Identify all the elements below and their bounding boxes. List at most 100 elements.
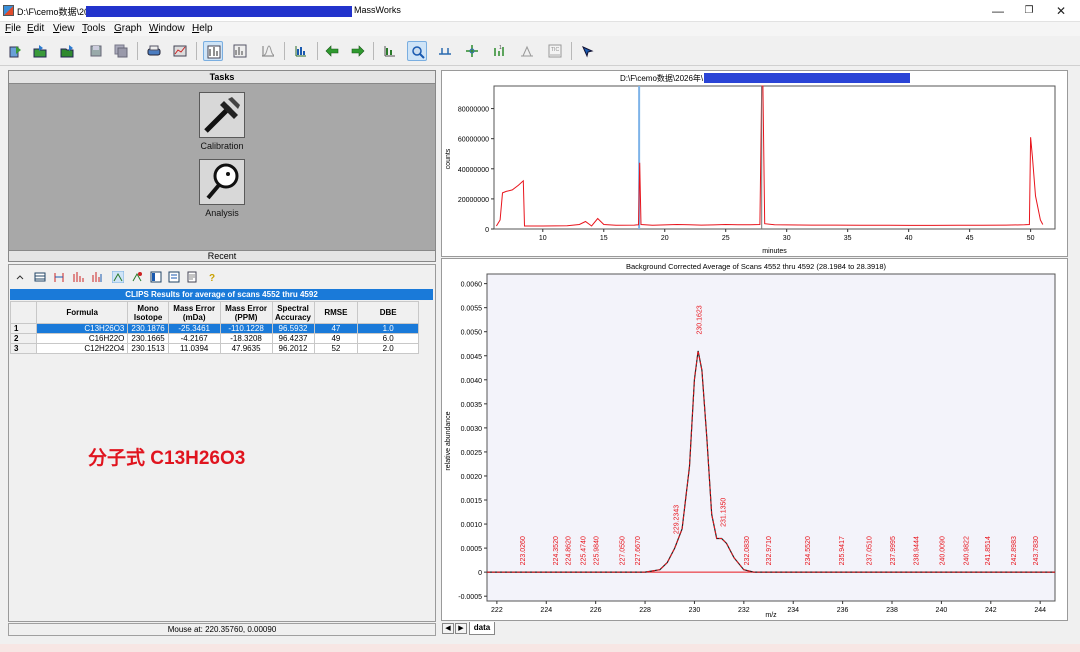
- tic-icon[interactable]: TIC: [545, 41, 565, 61]
- isotope-compare-icon[interactable]: [91, 271, 103, 283]
- help-icon[interactable]: ?: [206, 271, 218, 284]
- bottom-strip: [0, 644, 1080, 652]
- x-tick-label: 242: [985, 607, 997, 614]
- x-axis-label: minutes: [762, 248, 787, 255]
- y-tick-label: 0.0060: [461, 282, 483, 289]
- spec-cell: 96.4237: [271, 333, 315, 344]
- tab-next-button[interactable]: ▶: [455, 623, 467, 634]
- rmse-cell: 47: [313, 323, 359, 334]
- x-tick-label: 50: [1027, 235, 1035, 242]
- col-rmse[interactable]: RMSE: [313, 301, 359, 324]
- y-tick-label: 0.0025: [461, 450, 483, 457]
- menu-edit[interactable]: Edit: [27, 23, 44, 34]
- peak-pick-icon[interactable]: [380, 41, 400, 61]
- tab-data[interactable]: data: [469, 622, 495, 635]
- crosshair-icon[interactable]: [462, 41, 482, 61]
- peak-label: 224.3520: [553, 536, 560, 565]
- arrow-left-icon[interactable]: [322, 41, 342, 61]
- clips-results-table: Formula Mono Isotope Mass Error (mDa) Ma…: [10, 301, 419, 354]
- x-tick-label: 238: [886, 607, 898, 614]
- table-row[interactable]: 2 C16H22O 230.1665 -4.2167 -18.3208 96.4…: [10, 333, 419, 344]
- y-tick-label: 60000000: [458, 137, 489, 144]
- col-spectral-accuracy[interactable]: Spectral Accuracy: [271, 301, 315, 324]
- formula-annotation: 分子式 C13H26O3: [88, 448, 246, 469]
- save-icon[interactable]: [86, 41, 106, 61]
- x-axis-label: m/z: [765, 612, 777, 619]
- analysis-label: Analysis: [205, 208, 239, 218]
- overlay-icon[interactable]: [517, 41, 537, 61]
- calibration-button[interactable]: [199, 92, 245, 138]
- new-icon[interactable]: [5, 41, 25, 61]
- col-dbe[interactable]: DBE: [357, 301, 419, 324]
- col-mass-error-ppm[interactable]: Mass Error (PPM): [219, 301, 273, 324]
- chromatogram-icon[interactable]: [203, 41, 223, 61]
- spectrum-chart[interactable]: Background Corrected Average of Scans 45…: [442, 259, 1067, 620]
- analysis-button[interactable]: [199, 159, 245, 205]
- calibrate-icon[interactable]: [291, 41, 311, 61]
- peak-shape-icon[interactable]: [258, 41, 278, 61]
- y-tick-label: 0.0035: [461, 402, 483, 409]
- baseline-icon[interactable]: [435, 41, 455, 61]
- results-grid-icon[interactable]: [150, 271, 162, 283]
- col-mono-isotope[interactable]: Mono Isotope: [127, 301, 169, 324]
- tab-prev-button[interactable]: ◀: [442, 623, 454, 634]
- row-number: 3: [10, 343, 37, 354]
- menu-help[interactable]: Help: [192, 23, 213, 34]
- peak-label: 229.2343: [674, 505, 681, 534]
- peak-label: 232.9710: [766, 536, 773, 565]
- formula-cell: C12H22O4: [35, 343, 129, 354]
- chart-settings-icon[interactable]: [170, 41, 190, 61]
- spectrum-icon[interactable]: [230, 41, 250, 61]
- menu-view[interactable]: View: [53, 23, 75, 34]
- zoom-icon[interactable]: [407, 41, 427, 61]
- title-redaction: [704, 73, 910, 83]
- minimize-button[interactable]: —: [982, 2, 1014, 20]
- x-tick-label: 45: [966, 235, 974, 242]
- chromatogram-chart[interactable]: D:\F\cemo数据\2026年\ 0 20000000 40000000 60000…: [442, 71, 1067, 256]
- magnifier-icon: [206, 163, 239, 200]
- collapse-icon[interactable]: [14, 271, 26, 283]
- title-bar: D:\F\cemo数据\20 MassWorks — ❐ ✕: [0, 0, 1080, 22]
- report-icon[interactable]: [186, 271, 198, 283]
- label-peaks-icon[interactable]: 1: [489, 41, 509, 61]
- dbe-cell: 1.0: [357, 323, 419, 334]
- spec-cell: 96.2012: [271, 343, 315, 354]
- x-tick-label: 40: [905, 235, 913, 242]
- rmse-cell: 52: [313, 343, 359, 354]
- x-tick-label: 10: [539, 235, 547, 242]
- row-number: 1: [10, 323, 37, 334]
- y-tick-label: 0.0005: [461, 546, 483, 553]
- open-icon[interactable]: [30, 41, 50, 61]
- help-pointer-icon[interactable]: [578, 41, 598, 61]
- tasks-panel: Calibration Analysis: [8, 84, 436, 250]
- maximize-button[interactable]: ❐: [1013, 2, 1045, 20]
- menu-tools[interactable]: Tools: [82, 23, 105, 34]
- col-mass-error-mda[interactable]: Mass Error (mDa): [167, 301, 221, 324]
- formula-filter-icon[interactable]: [131, 271, 143, 283]
- save-all-icon[interactable]: [111, 41, 131, 61]
- err-mda-cell: -4.2167: [167, 333, 221, 344]
- table-icon[interactable]: [34, 271, 46, 283]
- menu-window[interactable]: Window: [149, 23, 185, 34]
- col-formula[interactable]: Formula: [35, 301, 129, 324]
- menu-graph[interactable]: Graph: [114, 23, 142, 34]
- table-row[interactable]: 3 C12H22O4 230.1513 11.0394 47.9635 96.2…: [10, 343, 419, 354]
- close-button[interactable]: ✕: [1045, 2, 1077, 20]
- peak-label: 237.9995: [890, 536, 897, 565]
- y-tick-label: 0.0020: [461, 474, 483, 481]
- window-app-name: MassWorks: [354, 5, 401, 15]
- formula-search-icon[interactable]: [111, 270, 125, 284]
- peak-label: 225.4740: [581, 536, 588, 565]
- isotope-icon[interactable]: [72, 271, 84, 283]
- x-tick-label: 35: [844, 235, 852, 242]
- y-tick-label: -0.0005: [458, 594, 482, 601]
- menu-file[interactable]: File: [5, 23, 21, 34]
- export-icon[interactable]: [168, 271, 180, 283]
- peak-width-icon[interactable]: [53, 271, 65, 283]
- print-icon[interactable]: [144, 41, 164, 61]
- import-icon[interactable]: [57, 41, 77, 61]
- arrow-right-icon[interactable]: [348, 41, 368, 61]
- x-tick-label: 236: [837, 607, 849, 614]
- table-row[interactable]: 1 C13H26O3 230.1876 -25.3461 -110.1228 9…: [10, 323, 419, 334]
- row-number-header: [10, 301, 37, 324]
